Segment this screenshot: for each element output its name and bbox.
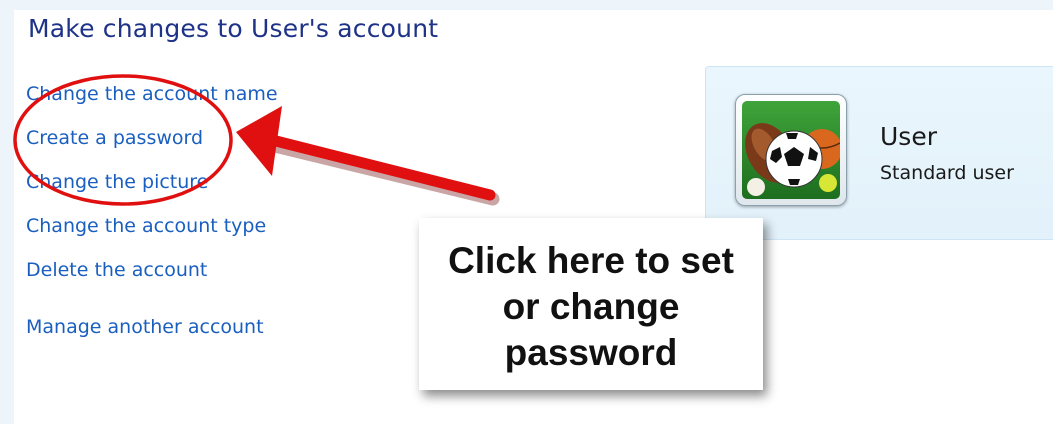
pointer-arrow-icon (236, 106, 500, 206)
highlight-circle (13, 74, 233, 206)
annotation-overlay (13, 74, 500, 206)
